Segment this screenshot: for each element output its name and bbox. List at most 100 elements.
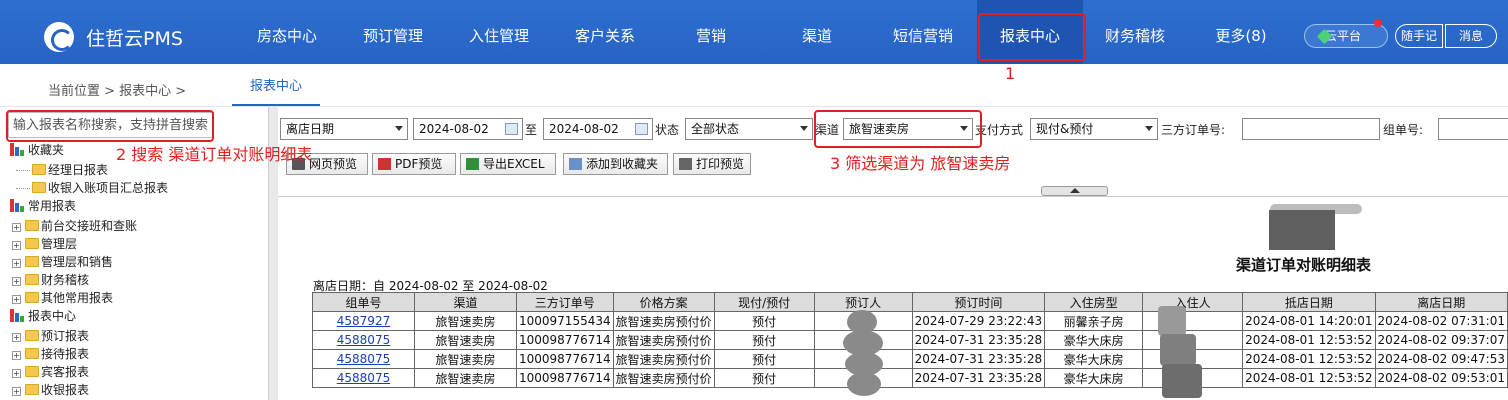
add-favorite-button[interactable]: 添加到收藏夹 (563, 153, 668, 175)
departure-cell: 2024-08-02 09:53:01 (1374, 368, 1508, 388)
tree-item-other-common[interactable]: + 其他常用报表 (12, 289, 113, 307)
group-no-cell[interactable]: 4588075 (312, 330, 415, 350)
redaction-mark (1162, 364, 1202, 398)
channel-cell: 旅智速卖房 (414, 330, 517, 350)
tree-item-label: 前台交接班和查账 (41, 219, 138, 233)
expand-icon[interactable]: + (12, 333, 21, 342)
tree-item-reception-reports[interactable]: + 接待报表 (12, 345, 89, 363)
tree-connector (16, 170, 30, 171)
report-group-icon (10, 309, 26, 322)
tree-item-label: 其他常用报表 (41, 291, 114, 305)
col-third-order: 三方订单号 (516, 292, 614, 312)
expand-icon[interactable]: + (12, 351, 21, 360)
export-excel-button[interactable]: 导出EXCEL (460, 153, 556, 175)
redaction-mark (1269, 210, 1335, 250)
notes-button[interactable]: 随手记 (1395, 24, 1443, 48)
nav-more[interactable]: 更多(8) (1188, 0, 1294, 64)
col-booking-time: 预订时间 (911, 292, 1046, 312)
calendar-icon[interactable] (505, 123, 518, 135)
arrival-cell: 2024-08-01 14:20:01 (1242, 311, 1376, 331)
tree-item-management[interactable]: + 管理层 (12, 235, 77, 253)
folder-icon (25, 384, 39, 395)
cloud-platform-button[interactable]: 云平台 (1304, 24, 1388, 48)
tree-item-finance-audit[interactable]: + 财务稽核 (12, 271, 89, 289)
tab-report-center[interactable]: 报表中心 (232, 72, 320, 106)
expand-icon[interactable]: + (12, 295, 21, 304)
nav-marketing[interactable]: 营销 (658, 0, 764, 64)
status-select[interactable]: 全部状态 (685, 118, 813, 140)
nav-sms[interactable]: 短信营销 (870, 0, 976, 64)
expand-icon[interactable]: + (12, 223, 21, 232)
group-no-input[interactable] (1438, 118, 1508, 140)
expand-icon[interactable]: + (12, 241, 21, 250)
group-no-link[interactable]: 4588075 (337, 333, 390, 347)
collapse-toolbar-handle[interactable] (1041, 186, 1108, 196)
departure-cell: 2024-08-02 09:47:53 (1374, 349, 1508, 369)
expand-icon[interactable]: + (12, 369, 21, 378)
date-type-value: 离店日期 (286, 122, 335, 136)
tree-item-cashier-reports[interactable]: + 收银报表 (12, 381, 89, 399)
nav-customer[interactable]: 客户关系 (552, 0, 658, 64)
tree-group-favorites[interactable]: 收藏夹 (10, 141, 64, 159)
report-title: 渠道订单对账明细表 (1236, 256, 1372, 274)
date-from-input[interactable]: 2024-08-02 (413, 118, 523, 140)
tree-item-label: 管理层和销售 (41, 255, 114, 269)
pdf-preview-label: PDF预览 (395, 157, 443, 171)
date-to-input[interactable]: 2024-08-02 (543, 118, 653, 140)
expand-icon[interactable]: + (12, 277, 21, 286)
date-from-value: 2024-08-02 (419, 122, 489, 136)
tree-item-manager-daily[interactable]: 经理日报表 (16, 161, 108, 179)
pay-type-cell: 预付 (713, 311, 815, 331)
tree-item-cashier-summary[interactable]: 收银入账项目汇总报表 (16, 179, 168, 197)
messages-button[interactable]: 消息 (1445, 24, 1497, 48)
group-no-link[interactable]: 4587927 (337, 314, 390, 328)
app-logo[interactable]: 住哲云PMS (44, 22, 183, 52)
nav-finance[interactable]: 财务稽核 (1082, 0, 1188, 64)
tree-item-label: 财务稽核 (41, 273, 90, 287)
expand-icon[interactable]: + (12, 387, 21, 396)
price-plan-cell: 旅智速卖房预付价 (612, 349, 715, 369)
group-no-cell[interactable]: 4588075 (312, 368, 415, 388)
group-no-link[interactable]: 4588075 (337, 352, 390, 366)
print-preview-button[interactable]: 打印预览 (673, 153, 751, 175)
third-order-input[interactable] (1242, 118, 1380, 140)
add-favorite-label: 添加到收藏夹 (586, 157, 659, 171)
col-channel: 渠道 (414, 292, 517, 312)
tree-item-reservation-reports[interactable]: + 预订报表 (12, 327, 89, 345)
channel-cell: 旅智速卖房 (414, 311, 517, 331)
favorite-icon (569, 158, 582, 170)
calendar-icon[interactable] (635, 123, 648, 135)
pay-type-cell: 预付 (713, 349, 815, 369)
pdf-preview-button[interactable]: PDF预览 (372, 153, 456, 175)
folder-icon (25, 330, 39, 341)
channel-cell: 旅智速卖房 (414, 368, 517, 388)
group-no-cell[interactable]: 4587927 (312, 311, 415, 331)
annotation-step2: 2 搜索 渠道订单对账明细表 (116, 145, 313, 164)
to-label: 至 (525, 123, 538, 137)
price-plan-cell: 旅智速卖房预付价 (612, 311, 715, 331)
tree-item-shift-handover[interactable]: + 前台交接班和查账 (12, 217, 137, 235)
toolbar-divider (278, 196, 1508, 197)
expand-icon[interactable]: + (12, 259, 21, 268)
date-type-select[interactable]: 离店日期 (280, 118, 408, 140)
nav-checkin[interactable]: 入住管理 (446, 0, 552, 64)
pay-method-label: 支付方式 (975, 123, 1024, 137)
tree-item-guest-reports[interactable]: + 宾客报表 (12, 363, 89, 381)
nav-reservation[interactable]: 预订管理 (340, 0, 446, 64)
nav-room-status[interactable]: 房态中心 (234, 0, 340, 64)
pay-method-select[interactable]: 现付&预付 (1030, 118, 1158, 140)
tree-item-management-sales[interactable]: + 管理层和销售 (12, 253, 113, 271)
group-no-cell[interactable]: 4588075 (312, 349, 415, 369)
tree-item-label: 预订报表 (41, 329, 90, 343)
pay-method-value: 现付&预付 (1036, 122, 1094, 136)
tree-group-common[interactable]: 常用报表 (10, 197, 76, 215)
group-no-link[interactable]: 4588075 (337, 371, 390, 385)
pay-type-cell: 预付 (713, 330, 815, 350)
status-label: 状态 (655, 123, 680, 137)
tree-group-label: 常用报表 (28, 199, 77, 213)
tree-group-report-center[interactable]: 报表中心 (10, 307, 76, 325)
channel-cell: 旅智速卖房 (414, 349, 517, 369)
nav-channel[interactable]: 渠道 (764, 0, 870, 64)
folder-icon (25, 292, 39, 303)
folder-icon (25, 220, 39, 231)
